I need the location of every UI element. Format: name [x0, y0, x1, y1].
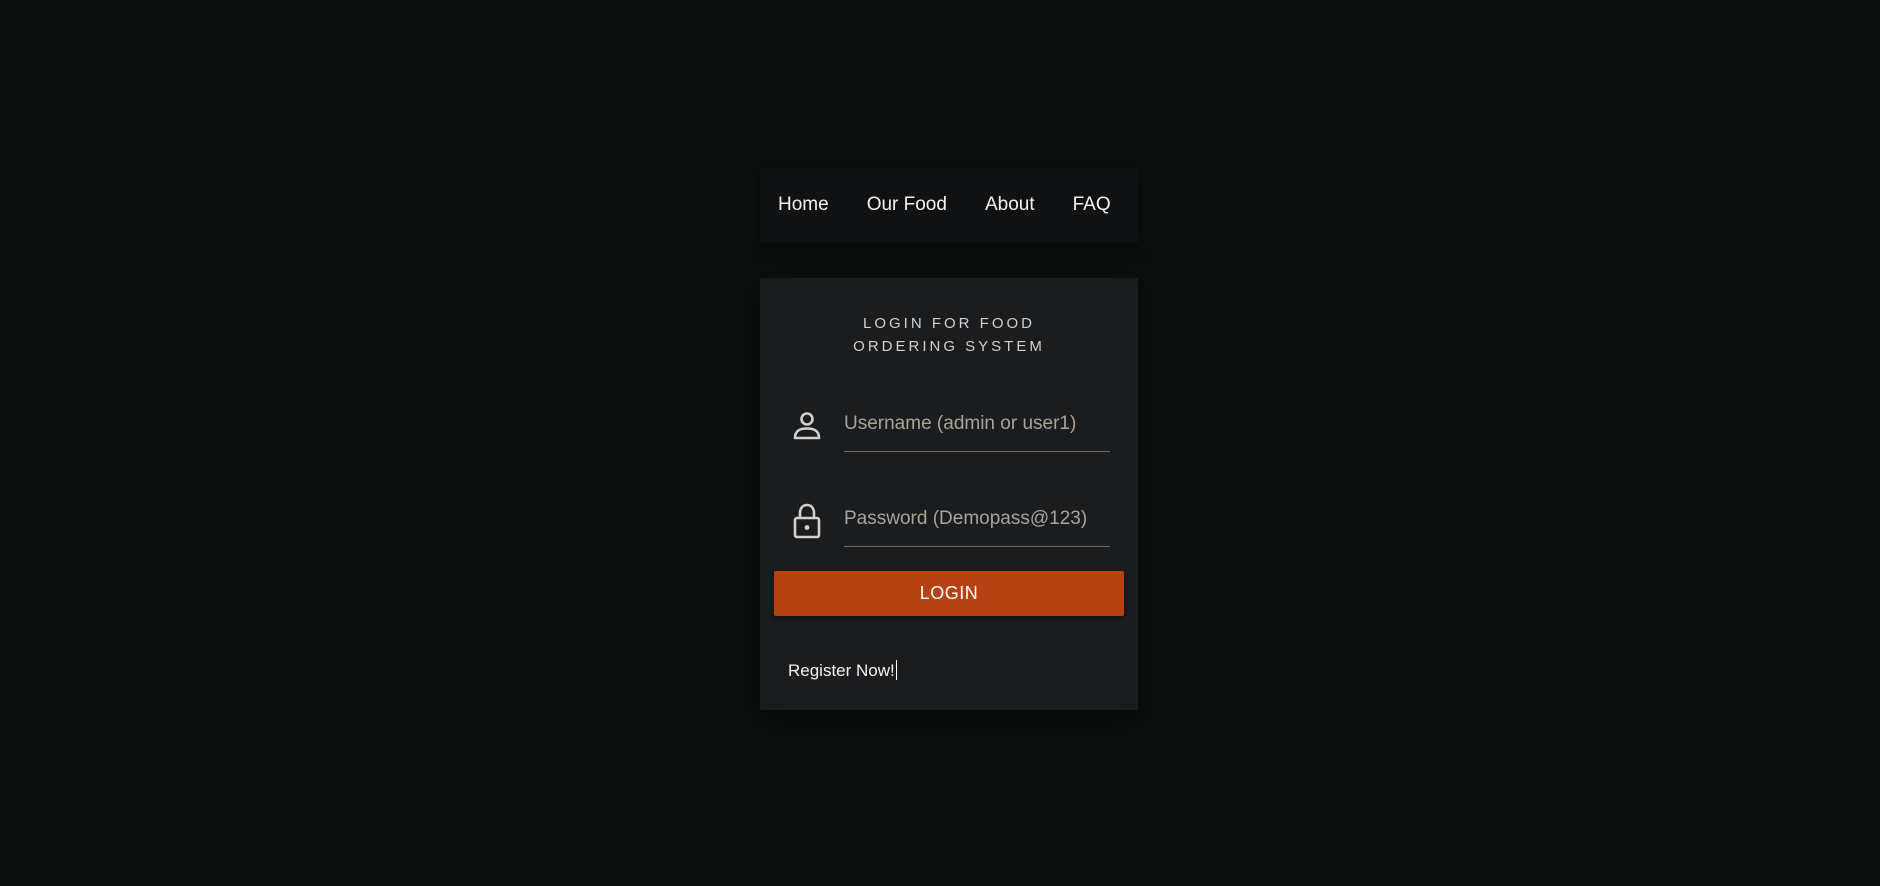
person-icon	[790, 406, 824, 446]
nav-item-home[interactable]: Home	[778, 194, 829, 216]
login-title: LOGIN FOR FOOD ORDERING SYSTEM	[853, 315, 1045, 355]
register-link[interactable]: Register Now!	[788, 661, 895, 680]
text-cursor	[895, 660, 897, 680]
top-navigation: Home Our Food About FAQ	[760, 168, 1138, 242]
lock-icon	[790, 501, 824, 541]
password-input[interactable]	[844, 491, 1110, 547]
username-input[interactable]	[844, 396, 1110, 452]
login-card: LOGIN FOR FOOD ORDERING SYSTEM LOGIN Reg…	[760, 278, 1138, 710]
register-link-container[interactable]: Register Now!	[788, 660, 897, 681]
nav-item-faq[interactable]: FAQ	[1073, 194, 1111, 216]
login-button[interactable]: LOGIN	[774, 571, 1124, 616]
password-field-group	[790, 491, 1110, 549]
nav-item-our-food[interactable]: Our Food	[867, 194, 947, 216]
username-field-group	[790, 396, 1110, 454]
nav-item-about[interactable]: About	[985, 194, 1035, 216]
